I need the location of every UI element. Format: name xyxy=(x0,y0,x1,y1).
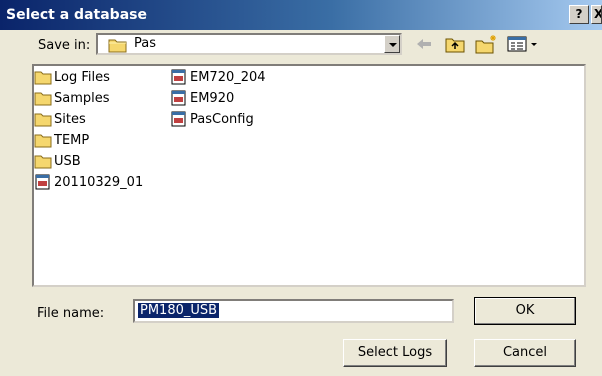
folder-icon xyxy=(34,71,52,85)
file-name-input[interactable]: PM180_USB xyxy=(133,299,454,323)
title-bar[interactable]: Select a database ? X xyxy=(0,0,602,30)
file-name-label: File name: xyxy=(37,306,105,321)
database-file-icon xyxy=(171,90,186,106)
select-database-dialog: Select a database ? X Save in: Pas xyxy=(0,0,602,376)
database-file-icon xyxy=(171,111,186,127)
file-list[interactable]: Log Files Samples Sites TEMP USB 2011032… xyxy=(32,64,586,287)
folder-item[interactable]: Sites xyxy=(34,110,86,128)
file-name: EM920 xyxy=(190,90,235,106)
current-folder-value: Pas xyxy=(134,36,156,51)
cancel-button[interactable]: Cancel xyxy=(474,339,576,367)
new-folder-icon[interactable] xyxy=(474,34,498,54)
file-name: EM720_204 xyxy=(190,69,266,85)
save-in-dropdown[interactable]: Pas xyxy=(96,33,402,55)
folder-item[interactable]: Log Files xyxy=(34,68,110,86)
file-name: Samples xyxy=(54,90,110,106)
folder-item[interactable]: Samples xyxy=(34,89,110,107)
folder-icon xyxy=(34,134,52,148)
database-file-item[interactable]: 20110329_01 xyxy=(34,173,143,191)
chevron-down-icon[interactable] xyxy=(384,35,400,53)
database-file-item[interactable]: EM720_204 xyxy=(170,68,266,86)
file-name: Sites xyxy=(54,111,86,127)
file-name: 20110329_01 xyxy=(54,174,144,190)
database-file-icon xyxy=(171,69,186,85)
ok-button[interactable]: OK xyxy=(474,297,576,325)
folder-item[interactable]: USB xyxy=(34,152,81,170)
folder-icon xyxy=(34,92,52,106)
help-button[interactable]: ? xyxy=(569,5,589,24)
file-name: USB xyxy=(54,153,81,169)
file-name: TEMP xyxy=(54,132,90,148)
dialog-title: Select a database xyxy=(6,7,147,23)
save-in-label: Save in: xyxy=(38,38,91,53)
folder-icon xyxy=(34,155,52,169)
folder-item[interactable]: TEMP xyxy=(34,131,89,149)
file-name-value: PM180_USB xyxy=(138,303,220,318)
close-button[interactable]: X xyxy=(591,5,602,24)
folder-icon xyxy=(34,113,52,127)
file-name: PasConfig xyxy=(190,111,254,127)
database-file-item[interactable]: EM920 xyxy=(170,89,234,107)
database-file-item[interactable]: PasConfig xyxy=(170,110,254,128)
view-menu-icon[interactable] xyxy=(506,34,540,54)
folder-icon xyxy=(108,37,128,57)
select-logs-button[interactable]: Select Logs xyxy=(343,339,447,367)
back-arrow-icon[interactable] xyxy=(414,34,434,54)
up-one-level-icon[interactable] xyxy=(444,34,466,54)
database-file-icon xyxy=(35,174,50,190)
file-name: Log Files xyxy=(54,69,110,85)
